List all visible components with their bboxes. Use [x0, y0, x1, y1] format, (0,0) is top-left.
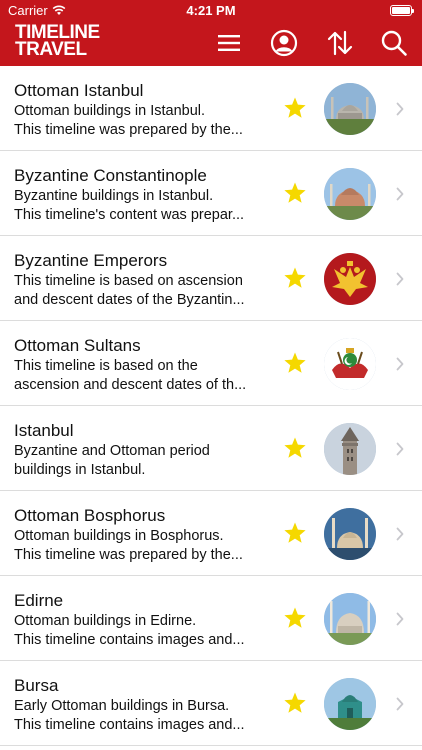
timeline-description-line-2: buildings in Istanbul.: [14, 462, 146, 478]
profile-button[interactable]: [269, 28, 299, 58]
timeline-description-line-1: Byzantine and Ottoman period: [14, 443, 210, 459]
timeline-description-line-1: Ottoman buildings in Edirne.: [14, 613, 197, 629]
favorite-star-icon[interactable]: [283, 351, 307, 375]
chevron-right-icon: [396, 527, 404, 541]
timeline-row[interactable]: Byzantine Emperors This timeline is base…: [0, 236, 422, 321]
timeline-thumbnail-ottoman-coat-of-arms: [324, 338, 376, 390]
favorite-star-icon[interactable]: [283, 96, 307, 120]
status-bar: Carrier 4:21 PM: [0, 0, 422, 22]
battery-icon: [390, 5, 414, 16]
timeline-thumbnail-galata-tower-photo: [324, 423, 376, 475]
timeline-title: Ottoman Bosphorus: [14, 506, 166, 525]
timeline-description-line-1: Byzantine buildings in Istanbul.: [14, 188, 214, 204]
search-button[interactable]: [379, 28, 409, 58]
search-icon: [381, 30, 407, 56]
favorite-star-icon[interactable]: [283, 181, 307, 205]
menu-icon: [218, 35, 240, 51]
timeline-row[interactable]: Byzantine Constantinople Byzantine build…: [0, 151, 422, 236]
timeline-thumbnail-hagia-sophia-photo: [324, 168, 376, 220]
app-logo: TIMELINE TRAVEL: [15, 23, 100, 60]
timeline-description-line-2: This timeline contains images and...: [14, 717, 245, 733]
timeline-thumbnail-double-headed-eagle-emblem: [324, 253, 376, 305]
timeline-title: Ottoman Istanbul: [14, 81, 144, 100]
timeline-row[interactable]: Edirne Ottoman buildings in Edirne. This…: [0, 576, 422, 661]
timeline-description-line-1: Ottoman buildings in Bosphorus.: [14, 528, 224, 544]
timeline-row[interactable]: Ottoman Bosphorus Ottoman buildings in B…: [0, 491, 422, 576]
menu-button[interactable]: [214, 28, 244, 58]
brand-line-2: TRAVEL: [15, 39, 87, 60]
timeline-thumbnail-selimiye-mosque-photo: [324, 593, 376, 645]
timeline-list: Ottoman Istanbul Ottoman buildings in Is…: [0, 66, 422, 746]
timeline-row[interactable]: Ottoman Istanbul Ottoman buildings in Is…: [0, 66, 422, 151]
timeline-row[interactable]: Bursa Early Ottoman buildings in Bursa. …: [0, 661, 422, 746]
favorite-star-icon[interactable]: [283, 266, 307, 290]
timeline-thumbnail-mosque-photo: [324, 83, 376, 135]
timeline-row[interactable]: Ottoman Sultans This timeline is based o…: [0, 321, 422, 406]
chevron-right-icon: [396, 357, 404, 371]
timeline-title: Byzantine Constantinople: [14, 166, 207, 185]
timeline-description-line-2: This timeline was prepared by the...: [14, 547, 243, 563]
timeline-title: Ottoman Sultans: [14, 336, 141, 355]
favorite-star-icon[interactable]: [283, 691, 307, 715]
profile-icon: [270, 29, 298, 57]
timeline-description-line-2: This timeline's content was prepar...: [14, 207, 245, 223]
sort-icon: [327, 30, 353, 56]
timeline-title: Bursa: [14, 676, 59, 695]
timeline-description-line-2: This timeline was prepared by the...: [14, 122, 243, 138]
app-header: Carrier 4:21 PM TIMELINE TRAVEL: [0, 0, 422, 66]
timeline-description-line-1: This timeline is based on the: [14, 358, 198, 374]
timeline-description-line-2: ascension and descent dates of th...: [14, 377, 247, 393]
timeline-row[interactable]: Istanbul Byzantine and Ottoman period bu…: [0, 406, 422, 491]
timeline-title: Byzantine Emperors: [14, 251, 168, 270]
timeline-description-line-2: and descent dates of the Byzantin...: [14, 292, 245, 308]
timeline-description-line-1: This timeline is based on ascension: [14, 273, 243, 289]
timeline-title: Istanbul: [14, 421, 74, 440]
chevron-right-icon: [396, 187, 404, 201]
chevron-right-icon: [396, 612, 404, 626]
sort-button[interactable]: [325, 28, 355, 58]
chevron-right-icon: [396, 272, 404, 286]
favorite-star-icon[interactable]: [283, 436, 307, 460]
chevron-right-icon: [396, 102, 404, 116]
timeline-thumbnail-bosphorus-mosque-photo: [324, 508, 376, 560]
favorite-star-icon[interactable]: [283, 521, 307, 545]
chevron-right-icon: [396, 442, 404, 456]
status-time: 4:21 PM: [186, 3, 236, 18]
favorite-star-icon[interactable]: [283, 606, 307, 630]
chevron-right-icon: [396, 697, 404, 711]
timeline-thumbnail-green-tomb-photo: [324, 678, 376, 730]
timeline-description-line-2: This timeline contains images and...: [14, 632, 245, 648]
timeline-description-line-1: Early Ottoman buildings in Bursa.: [14, 698, 230, 714]
timeline-title: Edirne: [14, 591, 64, 610]
timeline-description-line-1: Ottoman buildings in Istanbul.: [14, 103, 206, 119]
